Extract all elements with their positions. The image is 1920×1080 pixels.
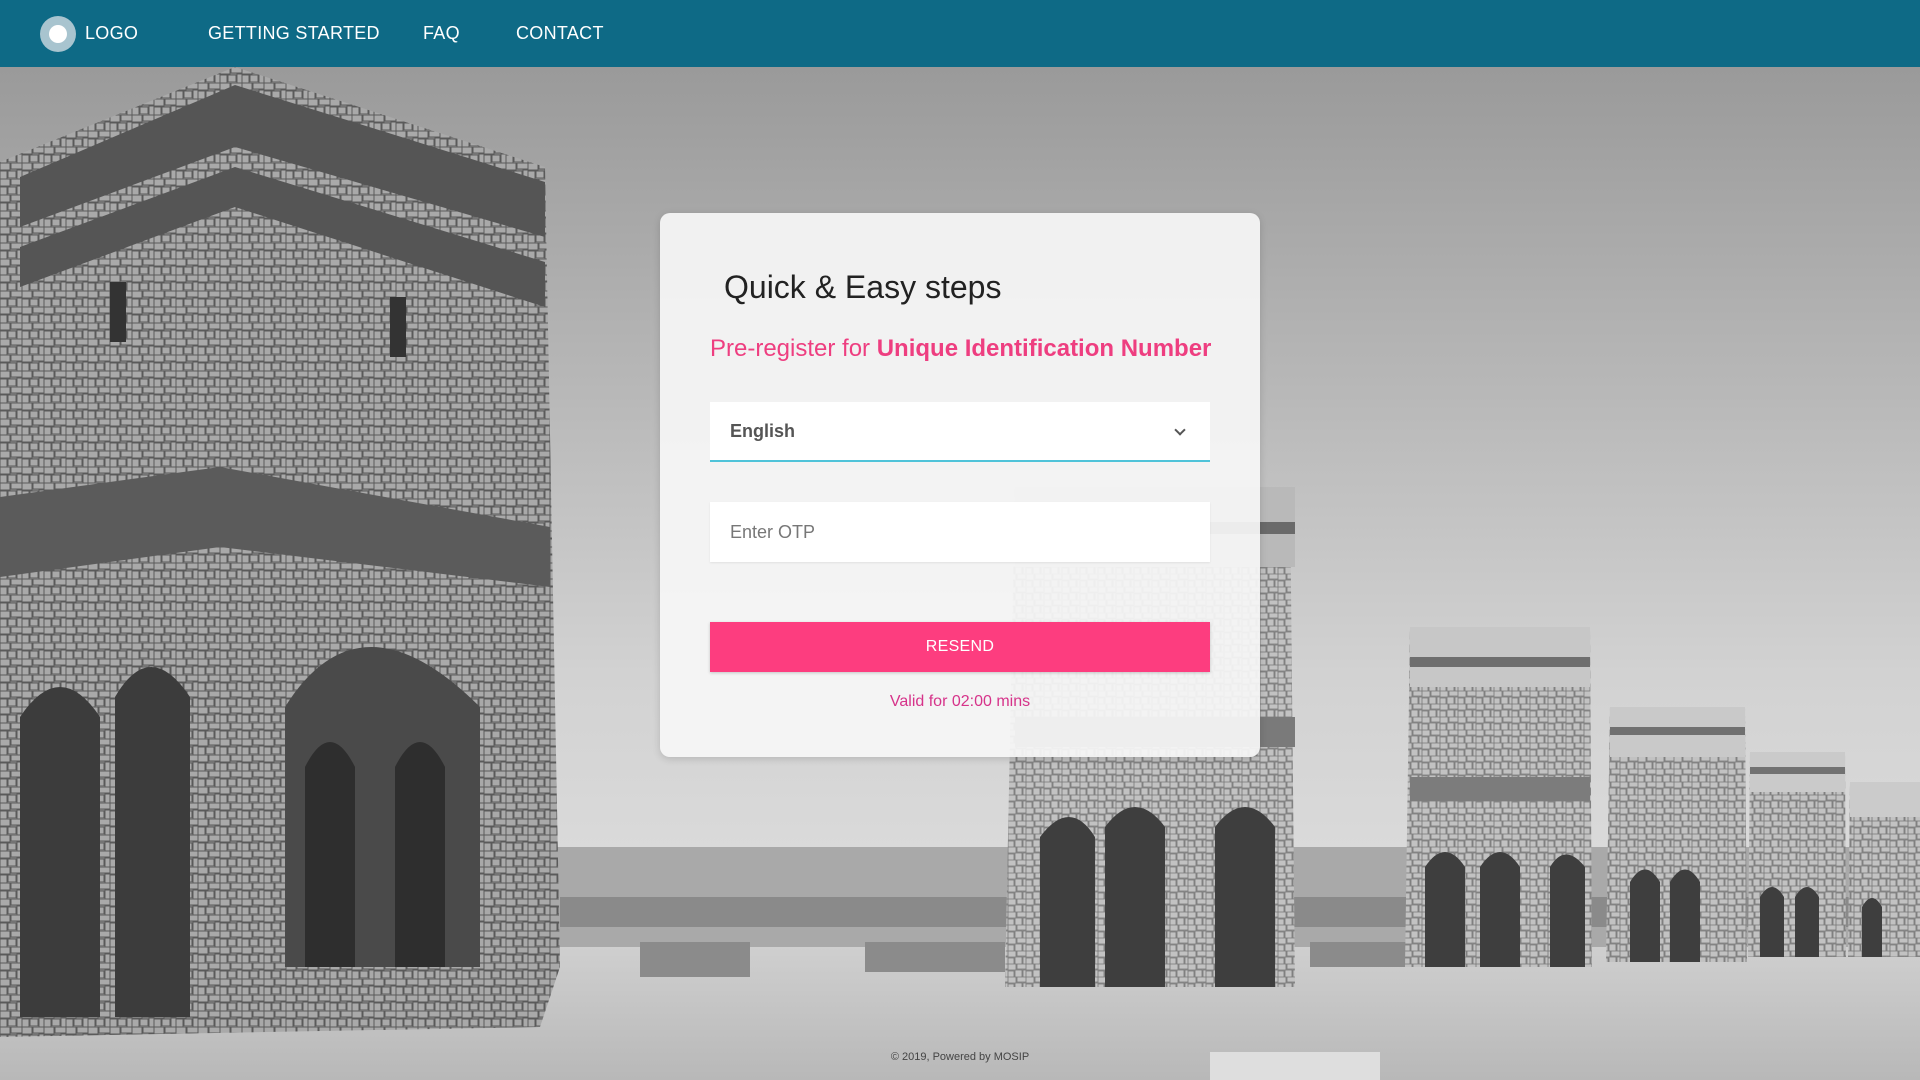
footer-copyright: © 2019, Powered by MOSIP <box>890 1051 1030 1063</box>
card-title: Quick & Easy steps <box>724 269 1002 305</box>
subtitle-prefix: Pre-register for <box>710 335 871 362</box>
top-navbar: LOGO GETTING STARTED FAQ CONTACT <box>0 0 1920 67</box>
otp-validity-text: Valid for 02:00 mins <box>889 693 1031 710</box>
language-select-value: English <box>730 420 796 441</box>
resend-button[interactable]: RESEND <box>710 622 1210 672</box>
language-select[interactable]: English <box>710 402 1210 462</box>
nav-contact[interactable]: CONTACT <box>516 23 604 44</box>
chevron-down-icon <box>1174 424 1186 436</box>
nav-getting-started[interactable]: GETTING STARTED <box>208 23 380 44</box>
logo-link[interactable]: LOGO <box>40 15 139 52</box>
logo-label: LOGO <box>85 23 139 43</box>
logo-circle-icon <box>40 15 76 52</box>
login-card: Quick & Easy steps Pre-register for Uniq… <box>660 213 1260 757</box>
otp-input[interactable] <box>710 502 1210 562</box>
card-subtitle: Pre-register for Unique Identification N… <box>710 335 1211 363</box>
subtitle-highlight: Unique Identification Number <box>876 335 1212 362</box>
nav-faq[interactable]: FAQ <box>423 23 460 44</box>
page: LOGO GETTING STARTED FAQ CONTACT Quick &… <box>0 0 1920 1080</box>
